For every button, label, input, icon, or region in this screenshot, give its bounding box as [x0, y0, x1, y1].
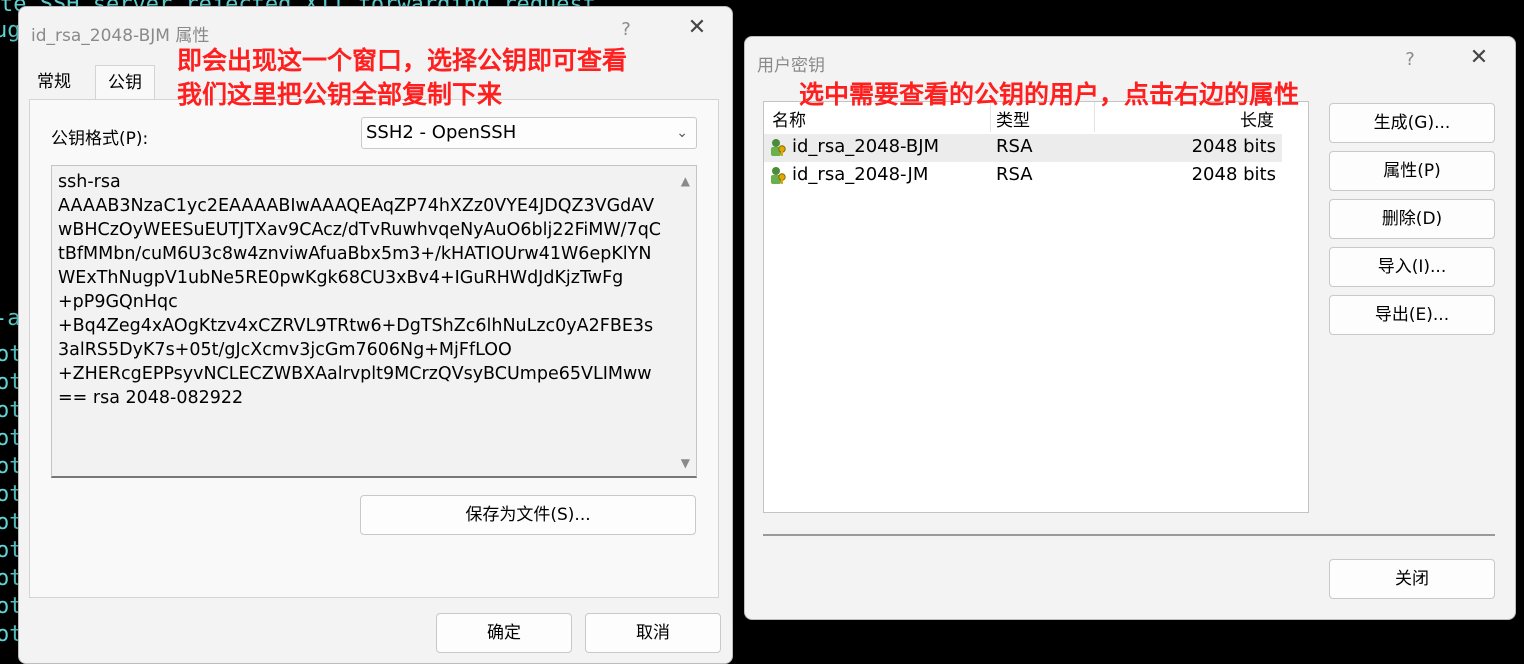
format-value: SSH2 - OpenSSH — [366, 122, 517, 143]
close-button[interactable]: 关闭 — [1329, 559, 1495, 599]
generate-button[interactable]: 生成(G)... — [1329, 103, 1495, 143]
cancel-button[interactable]: 取消 — [585, 613, 721, 653]
key-properties-dialog: id_rsa_2048-BJM 属性 ? ✕ 常规 公钥 公钥格式(P): SS… — [18, 6, 733, 664]
key-length: 2048 bits — [1191, 136, 1276, 157]
format-label: 公钥格式(P): — [51, 129, 149, 149]
list-item[interactable]: id_rsa_2048-JM RSA 2048 bits — [764, 162, 1282, 190]
help-button[interactable]: ? — [1395, 49, 1425, 70]
import-button[interactable]: 导入(I)... — [1329, 247, 1495, 287]
format-select[interactable]: SSH2 - OpenSSH ⌄ — [361, 117, 697, 149]
help-button[interactable]: ? — [611, 19, 641, 40]
tab-public-key[interactable]: 公钥 — [95, 65, 155, 101]
scroll-down-icon[interactable]: ▼ — [681, 456, 690, 470]
user-key-icon — [771, 167, 786, 184]
dialog-title: 用户密钥 — [757, 56, 825, 76]
key-type: RSA — [996, 136, 1033, 157]
close-icon[interactable]: ✕ — [1461, 45, 1497, 70]
key-length: 2048 bits — [1191, 164, 1276, 185]
tab-general[interactable]: 常规 — [25, 65, 83, 99]
key-list[interactable]: 名称 类型 长度 id_rsa_2048-BJM RSA 2048 bits i… — [763, 101, 1309, 513]
delete-button[interactable]: 删除(D) — [1329, 199, 1495, 239]
key-name: id_rsa_2048-JM — [792, 164, 929, 185]
public-key-text[interactable]: ssh-rsa AAAAB3NzaC1yc2EAAAABIwAAAQEAqZP7… — [58, 170, 663, 410]
user-keys-dialog: 用户密钥 ? ✕ 名称 类型 长度 id_rsa_2048-BJM RSA 20… — [744, 36, 1516, 620]
key-type: RSA — [996, 164, 1033, 185]
divider — [763, 534, 1495, 536]
properties-button[interactable]: 属性(P) — [1329, 151, 1495, 191]
chevron-down-icon: ⌄ — [676, 125, 688, 141]
close-icon[interactable]: ✕ — [679, 15, 715, 40]
scroll-up-icon[interactable]: ▲ — [681, 174, 690, 188]
public-key-textarea[interactable]: ssh-rsa AAAAB3NzaC1yc2EAAAABIwAAAQEAqZP7… — [51, 165, 697, 478]
ok-button[interactable]: 确定 — [436, 613, 572, 653]
list-item[interactable]: id_rsa_2048-BJM RSA 2048 bits — [764, 134, 1282, 162]
annotation-text: 我们这里把公钥全部复制下来 — [177, 80, 503, 109]
save-to-file-button[interactable]: 保存为文件(S)... — [360, 495, 696, 535]
user-key-icon — [771, 139, 786, 156]
export-button[interactable]: 导出(E)... — [1329, 295, 1495, 335]
annotation-text: 选中需要查看的公钥的用户，点击右边的属性 — [799, 80, 1300, 109]
annotation-text: 即会出现这一个窗口，选择公钥即可查看 — [177, 46, 628, 75]
key-name: id_rsa_2048-BJM — [792, 136, 940, 157]
